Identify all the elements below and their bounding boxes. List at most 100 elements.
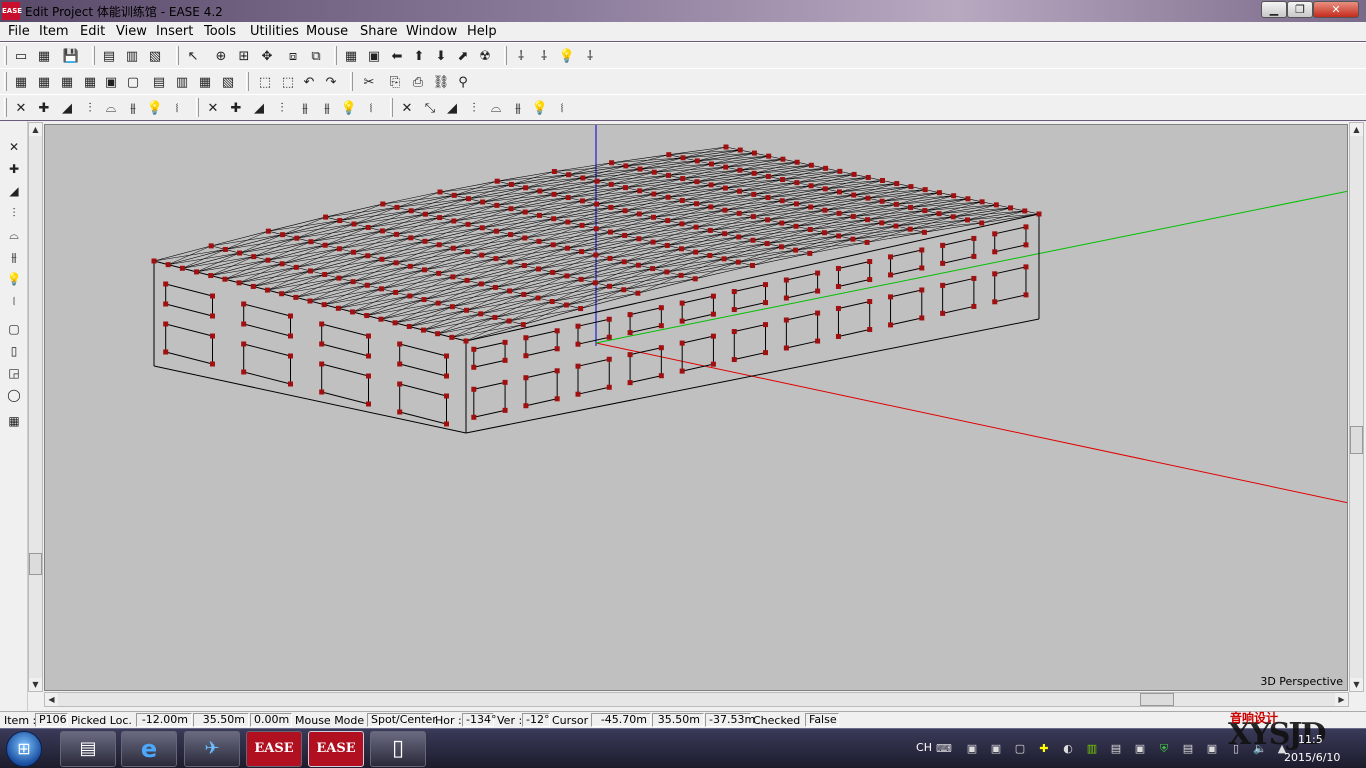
vertex-marker[interactable] <box>575 341 581 347</box>
vertex-marker[interactable] <box>621 287 627 293</box>
menu-tools[interactable]: Tools <box>204 24 236 39</box>
vertex-marker[interactable] <box>321 302 327 308</box>
vertex-marker[interactable] <box>444 393 449 399</box>
vertex-marker[interactable] <box>919 247 925 253</box>
open-project-button[interactable]: ▦ <box>33 45 55 66</box>
vertex-marker[interactable] <box>692 276 698 282</box>
vertex-marker[interactable] <box>594 201 600 207</box>
tool-c-button[interactable]: ◢ <box>441 97 463 118</box>
vertex-marker[interactable] <box>731 307 737 313</box>
vertex-marker[interactable] <box>380 201 386 207</box>
menu-utilities[interactable]: Utilities <box>250 24 299 39</box>
vertex-marker[interactable] <box>879 198 885 204</box>
vertex-marker[interactable] <box>494 178 500 184</box>
vertex-marker[interactable] <box>508 181 514 187</box>
vertex-marker[interactable] <box>940 260 946 266</box>
edit-light-button[interactable]: 💡 <box>338 97 360 118</box>
vertex-marker[interactable] <box>940 242 946 248</box>
vertex-marker[interactable] <box>979 199 985 205</box>
vertex-marker[interactable] <box>288 313 293 319</box>
scroll-down-arrow-icon[interactable]: ▼ <box>1350 678 1363 691</box>
vertex-marker[interactable] <box>865 217 871 223</box>
left-tool-insert[interactable]: ✚ <box>4 159 24 179</box>
vertex-marker[interactable] <box>575 363 581 369</box>
vertex-marker[interactable] <box>194 269 200 275</box>
vertex-marker[interactable] <box>836 210 842 216</box>
vertex-marker[interactable] <box>750 263 755 268</box>
vertex-marker[interactable] <box>919 315 925 321</box>
vertex-marker[interactable] <box>783 317 789 323</box>
insert-face-button[interactable]: ◢ <box>56 97 78 118</box>
vertex-marker[interactable] <box>622 185 628 191</box>
vertex-marker[interactable] <box>936 211 942 217</box>
vertex-marker[interactable] <box>337 218 343 224</box>
vertex-marker[interactable] <box>575 323 581 329</box>
vertex-marker[interactable] <box>679 197 685 203</box>
audience-area-button[interactable]: ⸸ <box>579 45 601 66</box>
tool-b-button[interactable]: ⤡ <box>419 97 441 118</box>
vertex-marker[interactable] <box>322 272 328 278</box>
vertex-marker[interactable] <box>422 267 427 273</box>
3d-model-canvas[interactable] <box>45 125 1348 691</box>
vertex-marker[interactable] <box>751 150 757 156</box>
layout-6-button[interactable]: ▢ <box>122 71 144 92</box>
vertex-marker[interactable] <box>536 212 542 218</box>
edit-delete-button[interactable]: ✕ <box>202 97 224 118</box>
vertex-marker[interactable] <box>465 221 471 227</box>
rotate-left-button[interactable]: ⬅ <box>386 45 408 66</box>
vertex-marker[interactable] <box>508 206 514 212</box>
3d-viewport[interactable]: 3D Perspective <box>44 124 1348 691</box>
room-view-button[interactable]: ▣ <box>363 45 385 66</box>
tray-app-icon[interactable]: ▣ <box>988 741 1004 757</box>
vertex-marker[interactable] <box>449 304 455 310</box>
vertex-marker[interactable] <box>679 340 685 346</box>
vertex-marker[interactable] <box>335 305 341 311</box>
undo-button[interactable]: ↶ <box>298 71 320 92</box>
vertex-marker[interactable] <box>637 188 643 194</box>
vertex-marker[interactable] <box>694 158 700 164</box>
menu-edit[interactable]: Edit <box>80 24 105 39</box>
vertex-marker[interactable] <box>563 302 569 308</box>
vertex-marker[interactable] <box>678 246 684 252</box>
vertex-marker[interactable] <box>554 368 560 374</box>
menu-window[interactable]: Window <box>406 24 457 39</box>
vertex-marker[interactable] <box>537 188 543 194</box>
vertex-marker[interactable] <box>793 223 799 229</box>
clock-date[interactable]: 2015/6/10 <box>1284 751 1340 764</box>
vertex-marker[interactable] <box>894 181 900 187</box>
vertex-marker[interactable] <box>608 204 614 210</box>
vertex-marker[interactable] <box>210 361 215 367</box>
vertex-marker[interactable] <box>406 323 412 329</box>
vertex-marker[interactable] <box>1023 292 1029 298</box>
vertex-marker[interactable] <box>627 330 633 336</box>
vertex-marker[interactable] <box>264 287 270 293</box>
vertex-marker[interactable] <box>780 177 786 183</box>
vertex-marker[interactable] <box>237 250 243 256</box>
insert-edge-button[interactable]: ⫶ <box>79 97 101 118</box>
vertex-marker[interactable] <box>451 218 457 224</box>
vertex-marker[interactable] <box>364 282 370 288</box>
save-button[interactable]: 💾 <box>60 45 82 66</box>
vertex-marker[interactable] <box>815 270 821 276</box>
toolbar-grip[interactable] <box>350 72 353 91</box>
vertex-marker[interactable] <box>265 257 271 263</box>
vertex-marker[interactable] <box>815 310 821 316</box>
grid-view-button[interactable]: ▦ <box>340 45 362 66</box>
vertex-marker[interactable] <box>965 196 971 202</box>
layout-3-button[interactable]: ▦ <box>56 71 78 92</box>
taskbar-ease-active-icon[interactable]: EASE <box>308 731 364 767</box>
vertex-marker[interactable] <box>554 346 560 352</box>
view-elevation-button[interactable]: ▥ <box>121 45 143 66</box>
vertex-marker[interactable] <box>707 252 713 258</box>
vertex-marker[interactable] <box>408 235 414 241</box>
vertex-marker[interactable] <box>502 357 508 363</box>
vertex-marker[interactable] <box>650 239 656 245</box>
vertex-marker[interactable] <box>241 369 247 375</box>
vertex-marker[interactable] <box>566 172 572 178</box>
vertex-marker[interactable] <box>936 190 942 196</box>
vertex-marker[interactable] <box>850 214 856 220</box>
vertex-marker[interactable] <box>366 353 371 359</box>
vertex-marker[interactable] <box>764 241 770 247</box>
vertex-marker[interactable] <box>550 269 556 275</box>
taskbar-ie-icon[interactable]: e <box>121 731 177 767</box>
